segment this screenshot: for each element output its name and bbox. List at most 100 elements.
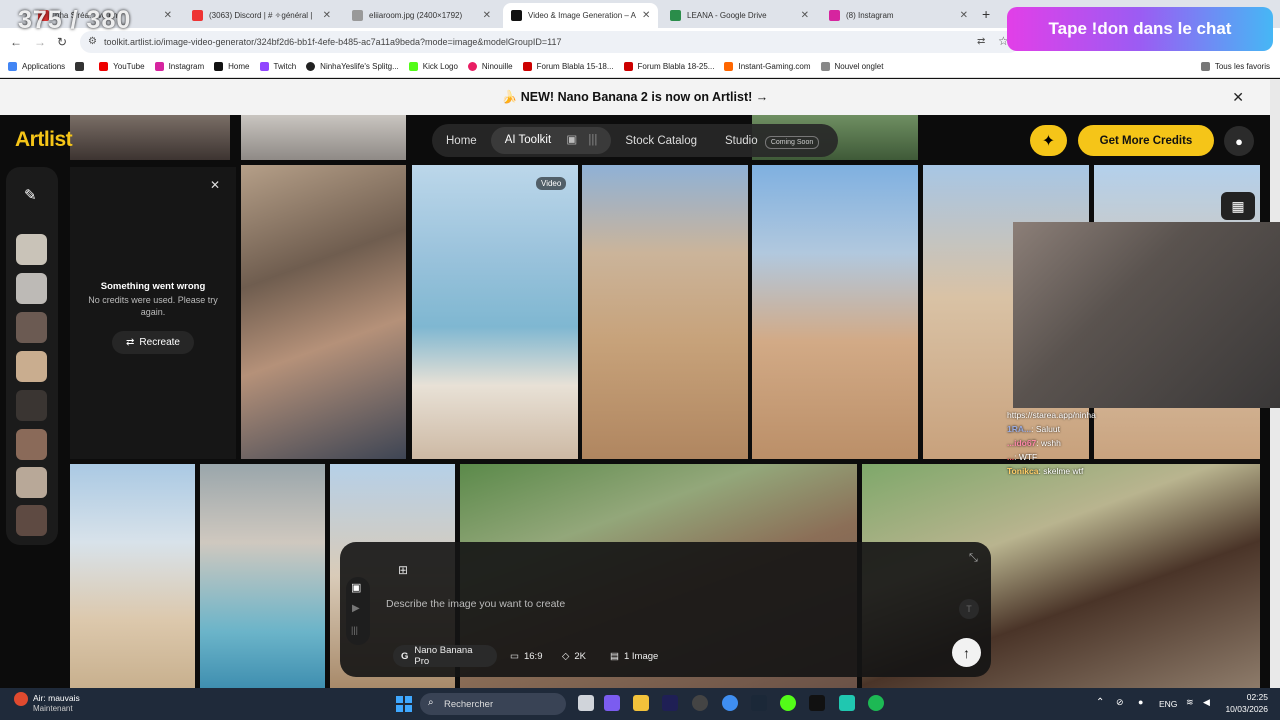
- artlist-logo[interactable]: Artlist: [15, 128, 73, 152]
- volume-icon[interactable]: ◀: [1203, 697, 1210, 708]
- history-thumb[interactable]: [16, 429, 47, 460]
- add-reference-icon[interactable]: ⊞: [398, 563, 408, 577]
- weather-text[interactable]: Air: mauvais: [33, 693, 80, 703]
- clock-time[interactable]: 02:25: [1222, 692, 1268, 702]
- clock-date[interactable]: 10/03/2026: [1222, 704, 1268, 714]
- kick-app-icon[interactable]: [780, 695, 796, 711]
- all-bookmarks[interactable]: Tous les favoris: [1200, 62, 1270, 71]
- bookmark-instagram[interactable]: Instagram: [154, 62, 204, 71]
- tab-artlist[interactable]: Video & Image Generation – A ✕: [503, 3, 658, 28]
- close-tab-icon[interactable]: ✕: [477, 10, 491, 21]
- bookmark-twitch[interactable]: Twitch: [259, 62, 296, 71]
- grid-view-button[interactable]: ▦: [1221, 192, 1255, 220]
- premiere-icon[interactable]: [662, 695, 678, 711]
- nav-stock-catalog[interactable]: Stock Catalog: [611, 135, 711, 147]
- bookmark-splitgate[interactable]: NinhaYeslife's Splitg...: [306, 62, 399, 71]
- image-mode-icon[interactable]: ▣: [566, 134, 577, 146]
- new-generation-icon[interactable]: ✎: [24, 186, 37, 204]
- generate-button[interactable]: ↑: [952, 638, 981, 667]
- tiktok-icon[interactable]: [809, 695, 825, 711]
- taskbar-search[interactable]: Rechercher: [420, 693, 566, 715]
- aspect-ratio-selector[interactable]: ▭ 16:9: [502, 645, 550, 667]
- bookmark-forum-1518[interactable]: Forum Blabla 15-18...: [522, 62, 614, 71]
- gallery-image[interactable]: [241, 165, 406, 459]
- get-more-credits-button[interactable]: Get More Credits: [1078, 125, 1214, 156]
- image-mode-icon[interactable]: ▣: [351, 581, 361, 594]
- audio-mode-icon[interactable]: |||: [588, 134, 597, 146]
- recreate-button[interactable]: ⇄ Recreate: [112, 331, 194, 354]
- close-icon[interactable]: ✕: [1232, 89, 1244, 106]
- video-mode-icon[interactable]: ▶: [352, 603, 360, 614]
- collapse-icon[interactable]: ⤡: [969, 552, 978, 565]
- tray-chevron-icon[interactable]: ⌃: [1096, 697, 1104, 708]
- url-input[interactable]: toolkit.artlist.io/image-video-generator…: [80, 31, 1020, 53]
- bookmark-ninouille[interactable]: Ninouille: [467, 62, 513, 71]
- steam-icon[interactable]: [751, 695, 767, 711]
- site-info-icon[interactable]: ⚙: [88, 36, 97, 47]
- tab-instagram[interactable]: (8) Instagram ✕: [821, 3, 976, 28]
- gallery-image[interactable]: [241, 115, 406, 160]
- language-indicator[interactable]: ENG: [1159, 699, 1177, 709]
- history-thumb[interactable]: [16, 467, 47, 498]
- file-explorer-icon[interactable]: [633, 695, 649, 711]
- spotify-icon[interactable]: [868, 695, 884, 711]
- gallery-image[interactable]: [70, 115, 230, 160]
- gallery-image[interactable]: [200, 464, 325, 688]
- history-thumb[interactable]: [16, 273, 47, 304]
- chrome-icon[interactable]: [722, 695, 738, 711]
- tab-discord[interactable]: (3063) Discord | # ✧général | ✕: [184, 3, 339, 28]
- bookmark-home[interactable]: Home: [214, 62, 250, 71]
- bookmark-youtube[interactable]: YouTube: [99, 62, 145, 71]
- google-icon: G: [401, 650, 409, 662]
- image-count-selector[interactable]: ▤ 1 Image: [602, 645, 666, 667]
- nav-ai-toolkit[interactable]: AI Toolkit ▣ |||: [490, 127, 612, 154]
- close-tab-icon[interactable]: ✕: [636, 10, 650, 21]
- app-icon[interactable]: [839, 695, 855, 711]
- bookmark-applications[interactable]: Applications: [8, 62, 65, 71]
- back-icon[interactable]: ←: [10, 35, 22, 49]
- wifi-icon[interactable]: ≋: [1186, 697, 1194, 708]
- gallery-image[interactable]: [582, 165, 748, 459]
- history-thumb[interactable]: [16, 505, 47, 536]
- bookmark-kick[interactable]: Kick Logo: [408, 62, 458, 71]
- bookmark-grid[interactable]: [75, 62, 89, 71]
- profile-button[interactable]: ●: [1224, 126, 1254, 156]
- history-thumb[interactable]: [16, 312, 47, 343]
- close-tab-icon[interactable]: ✕: [158, 10, 172, 21]
- promo-banner[interactable]: 🍌 NEW! Nano Banana 2 is now on Artlist! …: [0, 79, 1270, 115]
- task-view-icon[interactable]: [578, 695, 594, 711]
- new-tab-icon[interactable]: +: [982, 6, 990, 22]
- forward-icon[interactable]: →: [34, 35, 46, 49]
- history-thumb[interactable]: [16, 234, 47, 265]
- resolution-selector[interactable]: ◇ 2K: [554, 645, 594, 667]
- translate-icon[interactable]: ⇄: [977, 36, 985, 47]
- windows-start-icon[interactable]: [396, 696, 412, 712]
- obs-icon[interactable]: [692, 695, 708, 711]
- microphone-icon[interactable]: ●: [1138, 697, 1143, 707]
- history-thumb[interactable]: [16, 351, 47, 382]
- enhance-prompt-button[interactable]: T: [959, 599, 979, 619]
- gallery-image[interactable]: Video: [412, 165, 578, 459]
- close-tab-icon[interactable]: ✕: [954, 10, 968, 21]
- copilot-icon[interactable]: [604, 695, 620, 711]
- nav-studio[interactable]: Studio Coming Soon: [711, 135, 823, 149]
- close-tab-icon[interactable]: ✕: [795, 10, 809, 21]
- error-title: Something went wrong: [100, 281, 206, 292]
- close-icon[interactable]: ✕: [210, 178, 220, 192]
- bookmark-instant-gaming[interactable]: Instant-Gaming.com: [724, 62, 811, 71]
- reload-icon[interactable]: ↻: [57, 35, 67, 49]
- model-selector[interactable]: G Nano Banana Pro: [393, 645, 497, 667]
- tab-drive[interactable]: LEANA - Google Drive ✕: [662, 3, 817, 28]
- bookmark-new-tab[interactable]: Nouvel onglet: [820, 62, 883, 71]
- gallery-image[interactable]: [752, 165, 918, 459]
- audio-mode-icon[interactable]: |||: [351, 625, 358, 635]
- tab-image[interactable]: eliiaroom.jpg (2400×1792) ✕: [344, 3, 499, 28]
- network-off-icon[interactable]: ⊘: [1116, 697, 1124, 708]
- close-tab-icon[interactable]: ✕: [317, 10, 331, 21]
- history-thumb[interactable]: [16, 390, 47, 421]
- nav-home[interactable]: Home: [432, 135, 491, 147]
- gallery-image[interactable]: [70, 464, 195, 688]
- prompt-input[interactable]: Describe the image you want to create: [386, 598, 906, 610]
- bookmark-forum-1825[interactable]: Forum Blabla 18-25...: [623, 62, 714, 71]
- sparkle-button[interactable]: ✦: [1030, 125, 1067, 156]
